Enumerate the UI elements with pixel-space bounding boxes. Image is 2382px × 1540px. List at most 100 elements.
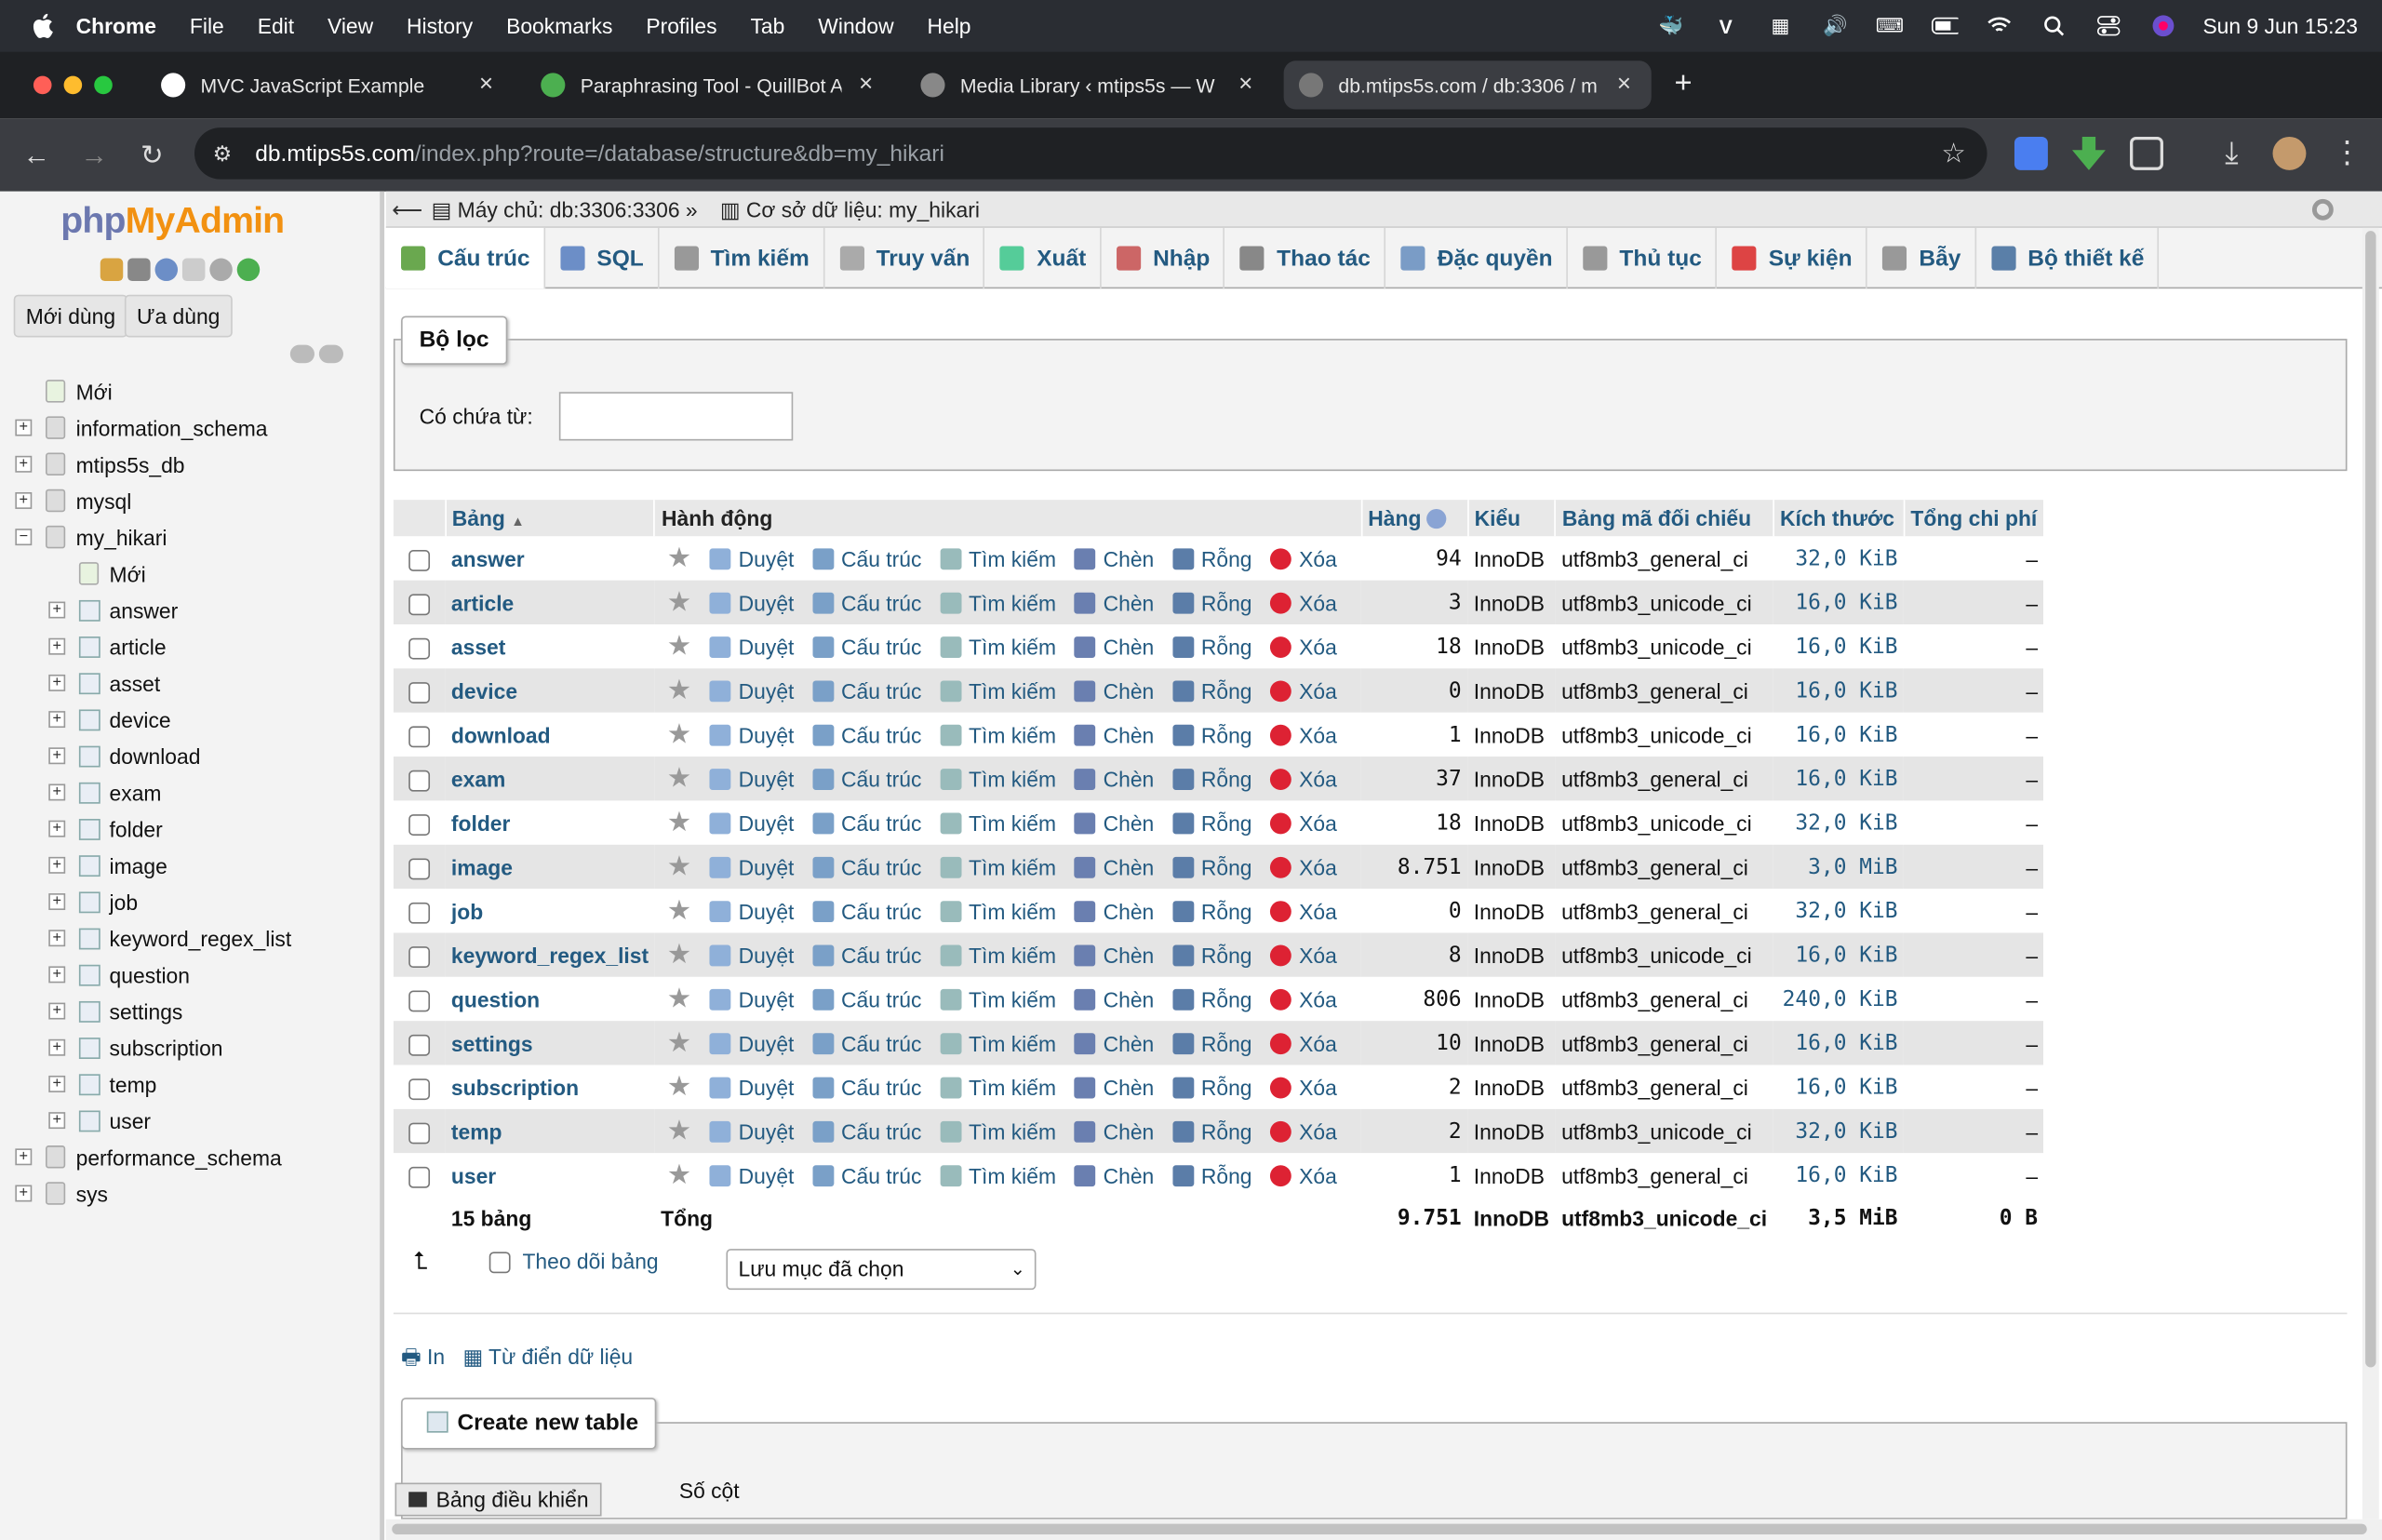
collation-link[interactable]: utf8mb3_unicode_ci <box>1555 800 1773 845</box>
action-structure[interactable]: Cấu trúc <box>811 944 921 968</box>
browser-tab-phpmyadmin[interactable]: db.mtips5s.com / db:3306 / m × <box>1283 60 1652 110</box>
action-search[interactable]: Tìm kiếm <box>940 1032 1056 1056</box>
action-browse[interactable]: Duyệt <box>709 635 794 660</box>
action-structure[interactable]: Cấu trúc <box>811 723 921 747</box>
header-collation[interactable]: Bảng mã đối chiếu <box>1555 500 1774 537</box>
favorite-star-icon[interactable]: ★ <box>667 939 691 970</box>
expand-icon[interactable]: + <box>48 856 66 874</box>
downloader-extension-icon[interactable] <box>2072 136 2106 170</box>
row-checkbox[interactable] <box>408 593 431 615</box>
table-name-link[interactable]: settings <box>451 1031 533 1055</box>
google-translate-icon[interactable] <box>2014 136 2048 170</box>
close-tab-icon[interactable]: × <box>1612 72 1636 99</box>
vivaldi-icon[interactable]: V <box>1712 15 1739 37</box>
print-icon[interactable]: 🖶 <box>401 1345 422 1369</box>
menubar-clock[interactable]: Sun 9 Jun 15:23 <box>2202 14 2358 38</box>
site-info-icon[interactable]: ⚙ <box>213 141 240 167</box>
expand-icon[interactable]: + <box>15 419 33 436</box>
action-search[interactable]: Tìm kiếm <box>940 547 1056 571</box>
downloads-icon[interactable]: ⤓ <box>2215 137 2248 170</box>
browser-tab-media-library[interactable]: Media Library ‹ mtips5s — W × <box>905 60 1273 109</box>
vertical-scroll-thumb[interactable] <box>2365 231 2376 1368</box>
action-drop[interactable]: Xóa <box>1270 1076 1337 1100</box>
table-size-link[interactable]: 16,0 KiB <box>1773 932 1905 977</box>
action-drop[interactable]: Xóa <box>1270 768 1337 792</box>
track-table-checkbox[interactable] <box>488 1252 511 1274</box>
tree-db-current[interactable]: − my_hikari <box>0 519 380 556</box>
action-browse[interactable]: Duyệt <box>709 591 794 615</box>
console-toggle[interactable]: Bảng điều khiển <box>395 1482 603 1517</box>
favorite-star-icon[interactable]: ★ <box>667 631 691 662</box>
sort-asc-icon[interactable]: ▲ <box>511 514 525 529</box>
action-search[interactable]: Tìm kiếm <box>940 1076 1056 1100</box>
table-name-link[interactable]: question <box>451 986 540 1011</box>
row-checkbox[interactable] <box>408 989 431 1011</box>
action-drop[interactable]: Xóa <box>1270 679 1337 703</box>
tree-db-sys[interactable]: + sys <box>0 1176 380 1212</box>
header-type[interactable]: Kiểu <box>1467 500 1557 537</box>
collation-link[interactable]: utf8mb3_general_ci <box>1555 1021 1773 1065</box>
collation-link[interactable]: utf8mb3_general_ci <box>1555 757 1773 801</box>
table-name-link[interactable]: image <box>451 854 513 878</box>
chrome-menu-icon[interactable]: ⋮ <box>2331 137 2364 170</box>
collation-link[interactable]: utf8mb3_general_ci <box>1555 889 1773 933</box>
address-bar[interactable]: ⚙ db.mtips5s.com/index.php?route=/databa… <box>194 127 1987 180</box>
row-checkbox[interactable] <box>408 637 431 660</box>
menu-window[interactable]: Window <box>818 14 893 38</box>
docker-icon[interactable]: 🐳 <box>1657 14 1684 36</box>
expand-icon[interactable]: + <box>48 893 66 910</box>
favorite-star-icon[interactable]: ★ <box>667 1071 691 1102</box>
action-search[interactable]: Tìm kiếm <box>940 635 1056 660</box>
tab-operations[interactable]: Thao tác <box>1225 227 1386 289</box>
recent-tables-button[interactable]: Mới dùng <box>13 294 128 338</box>
action-structure[interactable]: Cấu trúc <box>811 987 921 1011</box>
action-drop[interactable]: Xóa <box>1270 811 1337 836</box>
action-empty[interactable]: Rỗng <box>1171 987 1252 1011</box>
row-checkbox[interactable] <box>408 725 431 747</box>
settings-gear-icon[interactable] <box>209 258 233 282</box>
action-structure[interactable]: Cấu trúc <box>811 591 921 615</box>
table-name-link[interactable]: subscription <box>451 1075 579 1099</box>
collapse-nav-arrow-icon[interactable]: ⟵ <box>392 192 422 228</box>
expand-icon[interactable]: + <box>15 491 33 509</box>
table-size-link[interactable]: 32,0 KiB <box>1773 536 1905 581</box>
action-structure[interactable]: Cấu trúc <box>811 768 921 792</box>
action-empty[interactable]: Rỗng <box>1171 679 1252 703</box>
collation-link[interactable]: utf8mb3_general_ci <box>1555 536 1773 581</box>
wifi-icon[interactable] <box>1986 15 2013 36</box>
table-size-link[interactable]: 16,0 KiB <box>1773 1065 1905 1109</box>
row-checkbox[interactable] <box>408 1078 431 1100</box>
action-search[interactable]: Tìm kiếm <box>940 679 1056 703</box>
help-icon[interactable] <box>154 258 179 282</box>
collation-link[interactable]: utf8mb3_general_ci <box>1555 1153 1773 1198</box>
collation-link[interactable]: utf8mb3_unicode_ci <box>1555 624 1773 669</box>
action-insert[interactable]: Chèn <box>1074 855 1154 879</box>
link-with-main-icon[interactable] <box>318 344 343 364</box>
favorite-star-icon[interactable]: ★ <box>667 807 691 837</box>
print-link[interactable]: In <box>427 1345 445 1369</box>
collapse-icon[interactable]: − <box>15 529 33 546</box>
extensions-puzzle-icon[interactable] <box>2130 136 2163 170</box>
tree-db-performance_schema[interactable]: + performance_schema <box>0 1140 380 1176</box>
tree-db-mtips5s_db[interactable]: + mtips5s_db <box>0 447 380 483</box>
action-empty[interactable]: Rỗng <box>1171 944 1252 968</box>
tree-table-keyword_regex_list[interactable]: + keyword_regex_list <box>0 920 380 957</box>
favorite-star-icon[interactable]: ★ <box>667 718 691 749</box>
tree-table-device[interactable]: + device <box>0 702 380 738</box>
row-checkbox[interactable] <box>408 1121 431 1144</box>
tree-table-asset[interactable]: + asset <box>0 665 380 702</box>
spotlight-search-icon[interactable] <box>2041 15 2068 36</box>
action-empty[interactable]: Rỗng <box>1171 1076 1252 1100</box>
table-size-link[interactable]: 16,0 KiB <box>1773 1153 1905 1198</box>
close-tab-icon[interactable]: × <box>474 72 498 99</box>
action-empty[interactable]: Rỗng <box>1171 811 1252 836</box>
action-drop[interactable]: Xóa <box>1270 1119 1337 1144</box>
menu-tab[interactable]: Tab <box>751 14 785 38</box>
close-window-button[interactable] <box>33 75 52 95</box>
action-insert[interactable]: Chèn <box>1074 1164 1154 1188</box>
tree-table-question[interactable]: + question <box>0 957 380 994</box>
favorite-star-icon[interactable]: ★ <box>667 850 691 881</box>
action-drop[interactable]: Xóa <box>1270 987 1337 1011</box>
tab-query[interactable]: Truy vấn <box>824 227 985 289</box>
siri-icon[interactable] <box>2149 15 2176 37</box>
